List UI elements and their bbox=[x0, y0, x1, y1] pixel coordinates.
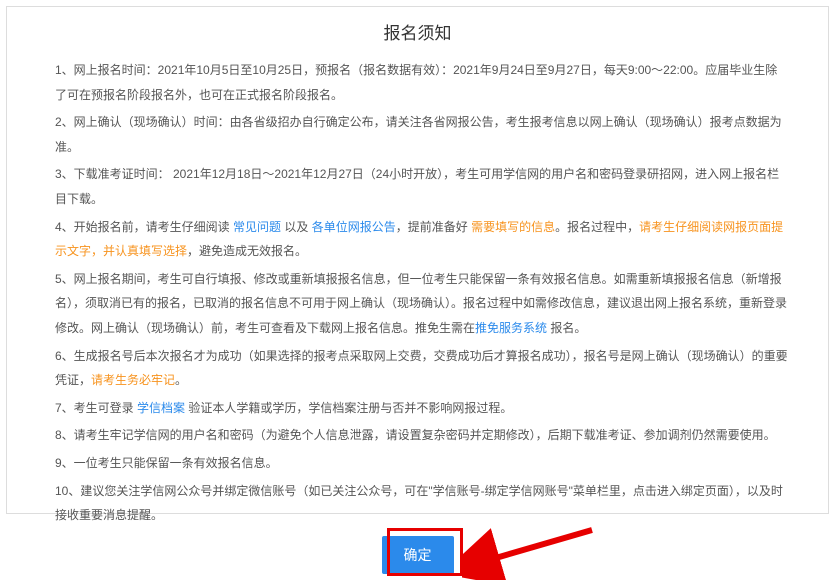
text-link[interactable]: 各单位网报公告 bbox=[312, 220, 396, 234]
confirm-button[interactable]: 确定 bbox=[382, 536, 454, 574]
text-link[interactable]: 学信档案 bbox=[137, 401, 185, 415]
text: 4、开始报名前，请考生仔细阅读 bbox=[55, 220, 233, 234]
notice-item-3: 3、下载准考证时间： 2021年12月18日～2021年12月27日（24小时开… bbox=[55, 162, 788, 211]
text: 。 bbox=[175, 373, 187, 387]
text: 。报名过程中， bbox=[555, 220, 639, 234]
text-link[interactable]: 常见问题 bbox=[233, 220, 281, 234]
arrow-annotation bbox=[462, 520, 612, 580]
notice-item-2: 2、网上确认（现场确认）时间：由各省级招办自行确定公布，请关注各省网报公告，考生… bbox=[55, 110, 788, 159]
text: 5、网上报名期间，考生可自行填报、修改或重新填报报名信息，但一位考生只能保留一条… bbox=[55, 272, 787, 335]
notice-item-5: 5、网上报名期间，考生可自行填报、修改或重新填报报名信息，但一位考生只能保留一条… bbox=[55, 267, 788, 341]
text-warning: 需要填写的信息 bbox=[471, 220, 555, 234]
text: 10、建议您关注学信网公众号并绑定微信账号（如已关注公众号，可在"学信账号-绑定… bbox=[55, 484, 783, 523]
notice-item-1: 1、网上报名时间：2021年10月5日至10月25日，预报名（报名数据有效）：2… bbox=[55, 58, 788, 107]
page-title: 报名须知 bbox=[7, 7, 828, 52]
text: ，避免造成无效报名。 bbox=[187, 244, 307, 258]
notice-item-6: 6、生成报名号后本次报名才为成功（如果选择的报考点采取网上交费，交费成功后才算报… bbox=[55, 344, 788, 393]
text: 以及 bbox=[281, 220, 312, 234]
button-area: 确定 bbox=[7, 536, 828, 574]
notice-item-7: 7、考生可登录 学信档案 验证本人学籍或学历，学信档案注册与否并不影响网报过程。 bbox=[55, 396, 788, 421]
text: 报名。 bbox=[547, 321, 586, 335]
text: 验证本人学籍或学历，学信档案注册与否并不影响网报过程。 bbox=[185, 401, 512, 415]
text: 8、请考生牢记学信网的用户名和密码（为避免个人信息泄露，请设置复杂密码并定期修改… bbox=[55, 428, 776, 442]
notice-panel: 报名须知 1、网上报名时间：2021年10月5日至10月25日，预报名（报名数据… bbox=[6, 6, 829, 514]
text: 7、考生可登录 bbox=[55, 401, 137, 415]
notice-item-8: 8、请考生牢记学信网的用户名和密码（为避免个人信息泄露，请设置复杂密码并定期修改… bbox=[55, 423, 788, 448]
notice-item-10: 10、建议您关注学信网公众号并绑定微信账号（如已关注公众号，可在"学信账号-绑定… bbox=[55, 479, 788, 528]
notice-content: 1、网上报名时间：2021年10月5日至10月25日，预报名（报名数据有效）：2… bbox=[7, 52, 828, 528]
text-warning: 请考生务必牢记 bbox=[91, 373, 175, 387]
notice-item-9: 9、一位考生只能保留一条有效报名信息。 bbox=[55, 451, 788, 476]
text: 3、下载准考证时间： 2021年12月18日～2021年12月27日（24小时开… bbox=[55, 167, 779, 206]
text-link[interactable]: 推免服务系统 bbox=[475, 321, 547, 335]
text: ，提前准备好 bbox=[396, 220, 471, 234]
text: 9、一位考生只能保留一条有效报名信息。 bbox=[55, 456, 278, 470]
notice-item-4: 4、开始报名前，请考生仔细阅读 常见问题 以及 各单位网报公告，提前准备好 需要… bbox=[55, 215, 788, 264]
text: 2、网上确认（现场确认）时间：由各省级招办自行确定公布，请关注各省网报公告，考生… bbox=[55, 115, 782, 154]
text: 1、网上报名时间：2021年10月5日至10月25日，预报名（报名数据有效）：2… bbox=[55, 63, 777, 102]
